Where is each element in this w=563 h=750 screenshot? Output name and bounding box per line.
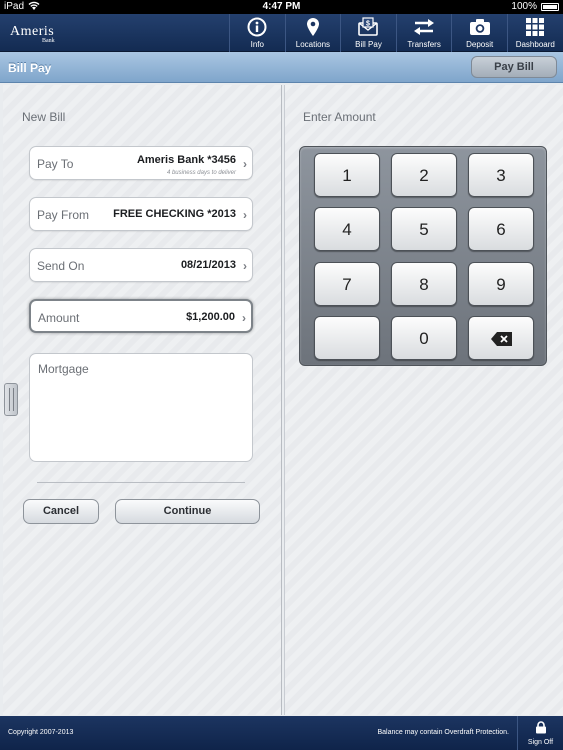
footer: Copyright 2007-2013 Balance may contain … <box>0 716 563 750</box>
field-label: Send On <box>37 259 85 273</box>
clock: 4:47 PM <box>262 1 301 12</box>
info-icon <box>247 17 267 37</box>
chevron-right-icon: › <box>243 208 247 222</box>
nav-item-transfers[interactable]: Transfers <box>395 14 452 52</box>
nav-item-label: Info <box>250 40 264 49</box>
camera-icon <box>469 19 490 35</box>
memo-text: Mortgage <box>38 362 89 376</box>
logo-sub: Bank <box>42 38 55 44</box>
copyright-text: Copyright 2007-2013 <box>8 729 74 736</box>
key-1[interactable]: 1 <box>314 153 380 197</box>
send-on-field[interactable]: Send On 08/21/2013 › <box>29 248 253 282</box>
key-0[interactable]: 0 <box>391 316 457 360</box>
logo-name: Ameris <box>10 24 55 39</box>
pay-bill-button[interactable]: Pay Bill <box>471 56 557 78</box>
field-label: Pay To <box>37 157 74 171</box>
nav-item-info[interactable]: Info <box>229 14 285 52</box>
key-backspace[interactable] <box>468 316 534 360</box>
location-pin-icon <box>306 18 319 36</box>
nav-item-dashboard[interactable]: Dashboard <box>506 14 563 52</box>
chevron-right-icon: › <box>242 311 246 325</box>
sign-off-button[interactable]: Sign Off <box>517 716 563 750</box>
title-bar: Bill Pay Pay Bill <box>0 52 563 83</box>
nav-item-label: Transfers <box>407 40 441 49</box>
field-subtext: 4 business days to deliver <box>166 170 236 176</box>
nav-item-bill-pay[interactable]: $ Bill Pay <box>340 14 396 52</box>
chevron-right-icon: › <box>243 259 247 273</box>
field-label: Pay From <box>37 208 90 222</box>
key-5[interactable]: 5 <box>391 207 457 251</box>
enter-amount-heading: Enter Amount <box>303 110 376 124</box>
page-title: Bill Pay <box>8 61 52 75</box>
field-value: $1,200.00 <box>186 311 235 323</box>
battery-percent: 100% <box>511 1 537 12</box>
key-7[interactable]: 7 <box>314 262 380 306</box>
drag-handle[interactable] <box>4 383 18 416</box>
nav-items: Info Locations $ Bill Pay Transfers Depo… <box>229 14 563 52</box>
key-3[interactable]: 3 <box>468 153 534 197</box>
nav-bar: Ameris Bank Info Locations $ Bill Pay Tr… <box>0 14 563 52</box>
nav-item-label: Bill Pay <box>355 40 382 49</box>
backspace-icon <box>491 332 512 346</box>
new-bill-heading: New Bill <box>22 110 66 124</box>
amount-field[interactable]: Amount $1,200.00 › <box>29 299 253 333</box>
field-value: 08/21/2013 <box>180 259 236 271</box>
key-blank[interactable] <box>314 316 380 360</box>
bill-pay-icon: $ <box>358 17 379 36</box>
key-9[interactable]: 9 <box>468 262 534 306</box>
battery-icon <box>541 3 559 11</box>
key-2[interactable]: 2 <box>391 153 457 197</box>
continue-button[interactable]: Continue <box>115 499 260 524</box>
key-4[interactable]: 4 <box>314 207 380 251</box>
svg-text:$: $ <box>367 21 371 28</box>
status-bar: iPad 4:47 PM 100% <box>0 0 563 14</box>
grid-icon <box>526 18 545 36</box>
memo-field[interactable]: Mortgage <box>29 353 253 462</box>
transfer-arrows-icon <box>414 19 435 35</box>
chevron-right-icon: › <box>243 157 247 171</box>
field-value: Ameris Bank *3456 <box>136 154 236 166</box>
disclaimer-text: Balance may contain Overdraft Protection… <box>377 729 509 736</box>
pay-to-field[interactable]: Pay To Ameris Bank *3456 4 business days… <box>29 146 253 180</box>
cancel-button[interactable]: Cancel <box>23 499 99 524</box>
numeric-keypad: 1 2 3 4 5 6 7 8 9 0 <box>299 146 547 366</box>
nav-item-deposit[interactable]: Deposit <box>451 14 507 52</box>
sign-off-label: Sign Off <box>527 739 554 746</box>
field-label: Amount <box>38 311 80 325</box>
nav-item-label: Dashboard <box>515 40 555 49</box>
field-value: FREE CHECKING *2013 <box>113 208 236 220</box>
key-6[interactable]: 6 <box>468 207 534 251</box>
nav-item-label: Locations <box>295 40 331 49</box>
nav-item-label: Deposit <box>466 40 494 49</box>
enter-amount-panel: Enter Amount 1 2 3 4 5 6 7 8 9 0 <box>284 85 563 715</box>
divider <box>37 482 245 483</box>
bank-logo[interactable]: Ameris Bank <box>10 22 55 44</box>
pay-from-field[interactable]: Pay From FREE CHECKING *2013 › <box>29 197 253 231</box>
new-bill-panel: New Bill Pay To Ameris Bank *3456 4 busi… <box>3 85 282 715</box>
nav-item-locations[interactable]: Locations <box>284 14 341 52</box>
lock-icon <box>536 721 546 734</box>
key-8[interactable]: 8 <box>391 262 457 306</box>
